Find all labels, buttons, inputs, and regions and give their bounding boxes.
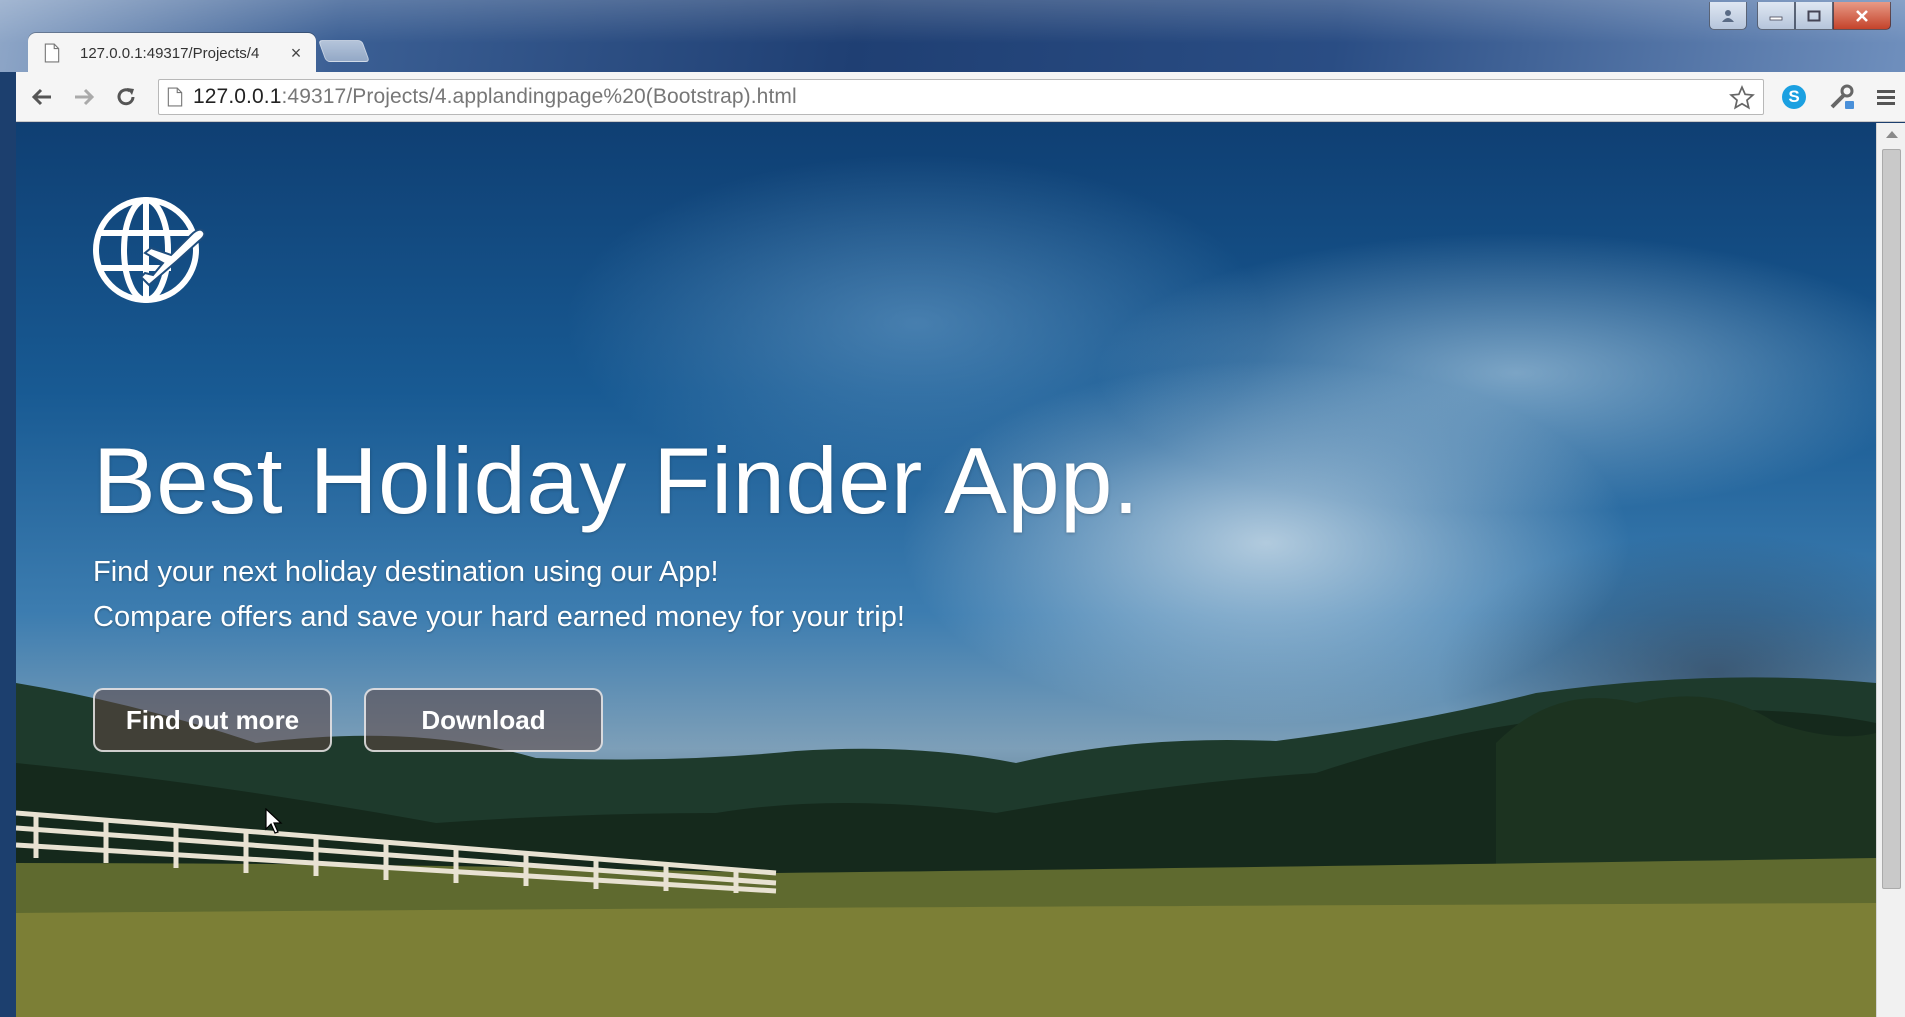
forward-arrow-icon (75, 88, 95, 106)
globe-airplane-logo-icon (93, 197, 206, 303)
minimize-icon (1769, 16, 1783, 20)
url-path: :49317/Projects/4.applandingpage%20(Boot… (281, 85, 797, 108)
scroll-up-arrow-icon[interactable] (1886, 131, 1898, 138)
tab-title: 127.0.0.1:49317/Projects/4 (80, 44, 260, 62)
page-viewport: Best Holiday Finder App. Find your next … (16, 123, 1876, 1017)
menu-icon (1877, 90, 1895, 105)
address-bar[interactable]: 127.0.0.1:49317/Projects/4.applandingpag… (158, 79, 1764, 115)
page-scrollbar[interactable] (1876, 123, 1905, 1017)
tab-close-button[interactable]: × (288, 43, 304, 64)
forward-button[interactable] (68, 82, 100, 112)
browser-tab[interactable]: 127.0.0.1:49317/Projects/4 × (28, 33, 316, 73)
user-icon (1722, 9, 1734, 22)
page-icon (167, 87, 183, 107)
url-text: 127.0.0.1:49317/Projects/4.applandingpag… (193, 85, 797, 109)
mouse-cursor-icon (265, 808, 283, 834)
skype-extension-button[interactable]: S (1780, 83, 1808, 111)
reload-icon (117, 88, 135, 106)
hero-subtitle: Find your next holiday destination using… (93, 550, 905, 640)
close-window-button[interactable] (1833, 2, 1891, 30)
hero-title: Best Holiday Finder App. (93, 428, 1140, 533)
tools-extension-button[interactable] (1828, 83, 1856, 111)
close-icon (1856, 9, 1868, 22)
hero-subtitle-line-1: Find your next holiday destination using… (93, 556, 719, 588)
back-arrow-icon (31, 88, 51, 106)
tools-icon (1830, 84, 1854, 109)
page-icon (44, 43, 60, 63)
url-host: 127.0.0.1 (193, 85, 282, 108)
minimize-button[interactable] (1757, 2, 1795, 30)
browser-menu-button[interactable] (1872, 83, 1900, 111)
browser-toolbar: 127.0.0.1:49317/Projects/4.applandingpag… (16, 72, 1905, 122)
new-tab-button[interactable] (317, 40, 371, 62)
reload-button[interactable] (110, 82, 142, 112)
find-out-more-button[interactable]: Find out more (93, 688, 332, 752)
skype-icon: S (1782, 85, 1806, 109)
star-icon[interactable] (1729, 85, 1755, 111)
back-button[interactable] (26, 82, 58, 112)
download-button[interactable]: Download (364, 688, 603, 752)
scrollbar-thumb[interactable] (1882, 149, 1901, 889)
user-profile-button[interactable] (1709, 2, 1747, 30)
maximize-icon (1807, 10, 1821, 21)
hero-subtitle-line-2: Compare offers and save your hard earned… (93, 601, 905, 633)
maximize-button[interactable] (1795, 2, 1833, 30)
